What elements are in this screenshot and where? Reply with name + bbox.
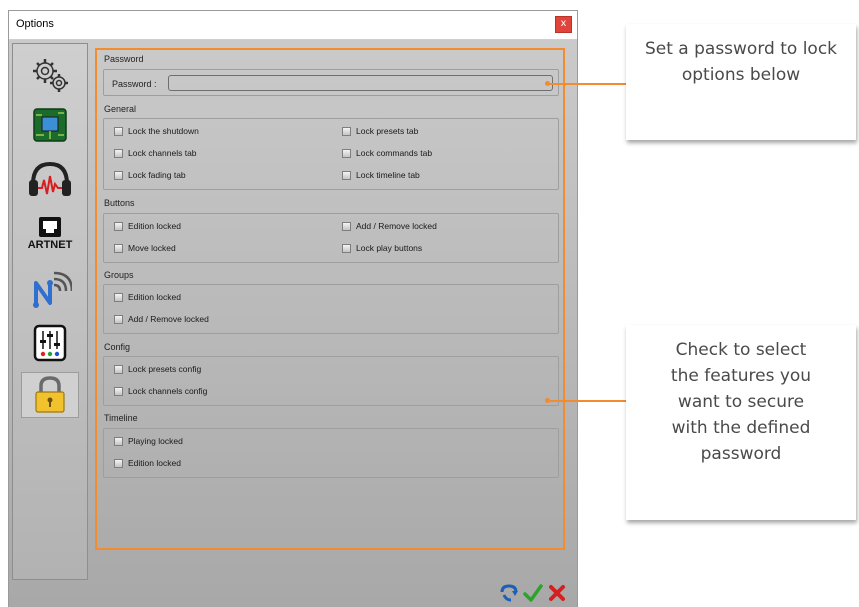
groups-group: Edition locked Add / Remove locked: [103, 284, 559, 334]
confirm-check-icon[interactable]: [523, 583, 543, 603]
section-title-password: Password: [104, 54, 144, 64]
checkbox-box[interactable]: [114, 458, 123, 468]
checkbox-box[interactable]: [114, 292, 123, 302]
sidebar: ARTNET: [12, 43, 88, 580]
checkbox-label: Lock channels tab: [128, 148, 197, 158]
checkbox-box[interactable]: [342, 148, 351, 158]
playing-locked-checkbox[interactable]: Playing locked: [114, 436, 183, 446]
checkbox-label: Lock the shutdown: [128, 126, 199, 136]
section-title-timeline: Timeline: [104, 413, 138, 423]
checkbox-label: Edition locked: [128, 458, 181, 468]
checkbox-label: Lock commands tab: [356, 148, 433, 158]
circuit-board-icon: [33, 108, 67, 142]
checkbox-box[interactable]: [342, 243, 351, 253]
checkbox-label: Lock presets config: [128, 364, 202, 374]
titlebar: Options x: [9, 11, 577, 40]
checkbox-box[interactable]: [342, 221, 351, 231]
buttons-group: Edition locked Add / Remove locked Move …: [103, 213, 559, 263]
sidebar-item-settings[interactable]: [21, 52, 79, 98]
checkbox-label: Move locked: [128, 243, 176, 253]
wireless-n-icon: [33, 271, 72, 308]
lock-commands-tab-checkbox[interactable]: Lock commands tab: [342, 148, 432, 158]
section-title-groups: Groups: [104, 270, 134, 280]
checkbox-label: Add / Remove locked: [356, 221, 437, 231]
headphones-icon: [29, 161, 71, 196]
checkbox-box[interactable]: [342, 126, 351, 136]
callout-bottom-anchor: [545, 398, 550, 403]
checkbox-box[interactable]: [114, 386, 123, 396]
sidebar-item-audio[interactable]: [21, 156, 79, 202]
section-title-general: General: [104, 104, 137, 114]
sidebar-item-security[interactable]: [21, 372, 79, 418]
cancel-x-icon[interactable]: [547, 583, 567, 603]
lock-play-buttons-checkbox[interactable]: Lock play buttons: [342, 243, 422, 253]
checkbox-label: Add / Remove locked: [128, 314, 209, 324]
buttons-add-remove-locked-checkbox[interactable]: Add / Remove locked: [342, 221, 437, 231]
dialog-footer: [499, 583, 567, 603]
checkbox-box[interactable]: [114, 170, 123, 180]
lock-channels-config-checkbox[interactable]: Lock channels config: [114, 386, 207, 396]
checkbox-box[interactable]: [342, 170, 351, 180]
security-options-panel: Password Password : General Lock the shu…: [95, 48, 565, 550]
window-title: Options: [16, 18, 54, 30]
lock-presets-tab-checkbox[interactable]: Lock presets tab: [342, 126, 418, 136]
lock-presets-config-checkbox[interactable]: Lock presets config: [114, 364, 201, 374]
lock-fading-tab-checkbox[interactable]: Lock fading tab: [114, 170, 186, 180]
checkbox-box[interactable]: [114, 243, 123, 253]
lock-channels-tab-checkbox[interactable]: Lock channels tab: [114, 148, 197, 158]
general-group: Lock the shutdown Lock presets tab Lock …: [103, 118, 559, 190]
checkbox-box[interactable]: [114, 148, 123, 158]
password-input[interactable]: [168, 75, 553, 91]
lock-shutdown-checkbox[interactable]: Lock the shutdown: [114, 126, 199, 136]
window-body: ARTNET Password Password: General Lock …: [9, 40, 577, 607]
config-group: Lock presets config Lock channels config: [103, 356, 559, 406]
buttons-edition-locked-checkbox[interactable]: Edition locked: [114, 221, 181, 231]
buttons-move-locked-checkbox[interactable]: Move locked: [114, 243, 176, 253]
checkbox-label: Edition locked: [128, 292, 181, 302]
checkbox-label: Lock channels config: [128, 386, 208, 396]
checkbox-label: Lock fading tab: [128, 170, 186, 180]
checkbox-label: Lock timeline tab: [356, 170, 420, 180]
apply-arrow-icon[interactable]: [499, 583, 519, 603]
options-window: Options x ARTNET Password Password: Gen…: [8, 10, 578, 607]
checkbox-label: Lock presets tab: [356, 126, 419, 136]
callout-password-hint: Set a password to lock options below: [626, 24, 856, 140]
checkbox-label: Edition locked: [128, 221, 181, 231]
checkbox-label: Playing locked: [128, 436, 183, 446]
checkbox-box[interactable]: [114, 436, 123, 446]
sidebar-item-hardware[interactable]: [21, 102, 79, 148]
sidebar-item-wireless[interactable]: [21, 268, 79, 314]
password-label: Password :: [112, 79, 157, 89]
artnet-label: ARTNET: [27, 239, 73, 251]
sidebar-item-artnet[interactable]: ARTNET: [21, 210, 79, 256]
gears-icon: [33, 59, 68, 92]
callout-top-connector: [548, 83, 626, 85]
checkbox-label: Lock play buttons: [356, 243, 423, 253]
checkbox-box[interactable]: [114, 126, 123, 136]
section-title-buttons: Buttons: [104, 198, 135, 208]
groups-add-remove-locked-checkbox[interactable]: Add / Remove locked: [114, 314, 209, 324]
timeline-group: Playing locked Edition locked: [103, 428, 559, 478]
timeline-edition-locked-checkbox[interactable]: Edition locked: [114, 458, 181, 468]
close-button[interactable]: x: [555, 16, 572, 33]
network-port-icon: [39, 217, 61, 237]
mixer-sliders-icon: [33, 324, 67, 362]
padlock-icon: [35, 376, 65, 413]
lock-timeline-tab-checkbox[interactable]: Lock timeline tab: [342, 170, 420, 180]
checkbox-box[interactable]: [114, 314, 123, 324]
callout-top-anchor: [545, 81, 550, 86]
callout-bottom-connector: [548, 400, 626, 402]
checkbox-box[interactable]: [114, 364, 123, 374]
groups-edition-locked-checkbox[interactable]: Edition locked: [114, 292, 181, 302]
callout-checkbox-hint: Check to select the features you want to…: [626, 325, 856, 520]
password-group: Password :: [103, 69, 559, 96]
checkbox-box[interactable]: [114, 221, 123, 231]
section-title-config: Config: [104, 342, 131, 352]
sidebar-item-mixer[interactable]: [21, 320, 79, 366]
